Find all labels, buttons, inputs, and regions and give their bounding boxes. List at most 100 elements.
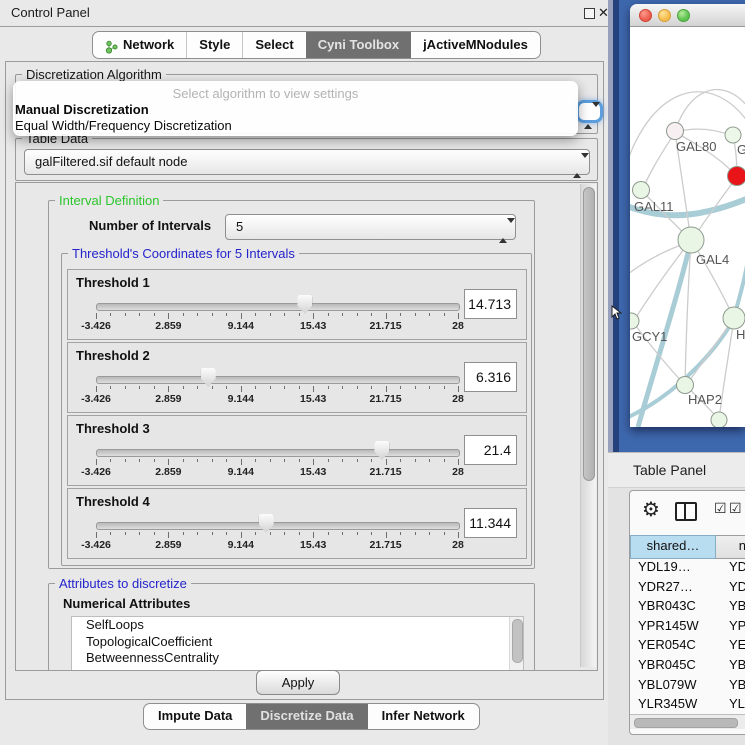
node-label: GAL11 [634,199,674,214]
table-row[interactable]: YBR043CYBR0 [630,596,745,616]
stepper-icon[interactable] [573,154,582,170]
slider-track[interactable] [96,449,460,457]
attribute-list-item[interactable]: TopologicalCoefficient [72,634,523,651]
dropdown-option[interactable]: Manual Discretization [15,102,149,117]
column-header[interactable]: na [716,535,745,559]
table-row[interactable]: YBL079WYBL0 [630,675,745,695]
group-title: Interval Definition [55,193,163,208]
split-columns-icon[interactable] [675,502,697,521]
network-edge[interactable] [686,318,734,385]
tab-jactivemnodules[interactable]: jActiveMNodules [411,32,540,58]
gear-icon[interactable]: ⚙ [642,497,660,522]
table-row[interactable]: YER054CYER0 [630,635,745,655]
network-node[interactable] [728,167,745,186]
tab-discretize-data[interactable]: Discretize Data [246,704,367,729]
table-row[interactable]: YDR27…YDR2 [630,577,745,597]
threshold-label: Threshold 4 [76,494,150,509]
scrollbar-thumb[interactable] [583,187,595,481]
table-cell: YBL079W [630,675,722,695]
threshold-value-field[interactable]: 21.4 [464,435,517,465]
group-title: Threshold's Coordinates for 5 Intervals [68,246,299,261]
algorithm-dropdown-popup: Select algorithm to view settings Manual… [13,81,578,136]
network-node[interactable] [711,412,727,427]
tab-label: Network [123,33,174,57]
column-header[interactable]: shared… [630,535,716,559]
table-cell: YPR1 [722,616,745,636]
threshold-value-field[interactable]: 6.316 [464,362,517,392]
tab-style[interactable]: Style [186,32,242,58]
stepper-icon[interactable] [584,107,593,123]
node-table: ⚙ ☑ ☑ shared…na YDL19…YDL1YDR27…YDR2YBR0… [629,490,745,735]
attributes-listbox[interactable]: SelfLoopsTopologicalCoefficientBetweenne… [71,616,524,671]
threshold-panel: Threshold 2-3.4262.8599.14415.4321.71528… [67,342,527,413]
network-view-canvas[interactable]: GAL80GALGAL11GAL4GCY1HAHAP2 [630,27,745,427]
slider-thumb[interactable] [374,441,389,460]
top-tabbar: Network StyleSelectCyni Toolbox jActiveMNo… [92,31,541,59]
table-cell: YLR3 [722,694,745,714]
slider-thumb[interactable] [297,295,312,314]
vertical-scrollbar[interactable] [580,184,596,667]
apply-button[interactable]: Apply [256,670,340,695]
tab-impute-data[interactable]: Impute Data [144,704,246,729]
scrollbar-thumb[interactable] [634,718,738,728]
scrollbar-thumb[interactable] [512,619,523,663]
table-cell: YDL19… [630,557,722,577]
dropdown-hint: Select algorithm to view settings [13,86,518,101]
network-node[interactable] [667,123,684,140]
network-edge[interactable] [675,90,745,132]
interval-definition-group: Interval Definition Number of Intervals … [48,200,535,569]
attribute-list-item[interactable]: SelfLoops [72,617,523,634]
algorithm-combobox-focus-ring[interactable] [579,103,600,120]
network-node[interactable] [633,182,650,199]
table-cell: YBL0 [722,675,745,695]
threshold-value-field[interactable]: 14.713 [464,289,517,319]
combobox-value: 5 [226,215,515,239]
zoom-button[interactable] [677,9,690,22]
table-row[interactable]: YDL19…YDL1 [630,557,745,577]
stepper-icon[interactable] [499,219,508,235]
close-button[interactable] [639,9,652,22]
slider-thumb[interactable] [201,368,216,387]
tab-network[interactable]: Network [93,32,186,58]
threshold-label: Threshold 3 [76,421,150,436]
network-node[interactable] [725,127,741,143]
table-row[interactable]: YBR045CYBR0 [630,655,745,675]
table-cell: YDR2 [722,577,745,597]
minimize-button[interactable] [658,9,671,22]
table-data-combobox[interactable]: galFiltered.sif default node [24,149,590,175]
list-scrollbar[interactable] [509,617,523,671]
slider-thumb[interactable] [259,514,274,533]
node-label: GAL [737,142,745,157]
tab-label: jActiveMNodules [423,33,528,57]
threshold-label: Threshold 2 [76,348,150,363]
slider-track[interactable] [96,376,460,384]
thresholds-group: Threshold's Coordinates for 5 Intervals … [61,253,532,566]
threshold-value-field[interactable]: 11.344 [464,508,517,538]
network-edge[interactable] [734,237,745,317]
node-label: GAL80 [676,139,716,154]
network-window-titlebar[interactable] [630,4,745,27]
tab-cyni-toolbox[interactable]: Cyni Toolbox [306,32,411,58]
network-edge[interactable] [642,132,675,191]
network-node[interactable] [677,377,694,394]
attribute-list-item[interactable]: BetweennessCentrality [72,650,523,667]
slider-track[interactable] [96,522,460,530]
slider-track[interactable] [96,303,460,311]
control-panel: Control Panel ✕ NetworkStyleSelectCyni T… [0,0,608,745]
table-data-group: Table Data galFiltered.sif default node [15,138,598,181]
float-window-icon[interactable] [584,8,595,19]
checkbox-icon[interactable]: ☑ [714,500,727,517]
horizontal-scrollbar[interactable] [630,714,745,729]
dropdown-option[interactable]: Equal Width/Frequency Discretization [15,118,232,133]
table-row[interactable]: YPR145WYPR1 [630,616,745,636]
tab-infer-network[interactable]: Infer Network [368,704,479,729]
tab-select[interactable]: Select [242,32,305,58]
checkbox-icon[interactable]: ☑ [729,500,742,517]
numerical-attributes-label: Numerical Attributes [63,596,190,611]
network-node[interactable] [678,227,704,253]
table-cell: YLR345W [630,694,722,714]
bottom-tabbar: Impute DataDiscretize DataInfer Network [143,703,480,730]
table-row[interactable]: YLR345WYLR3 [630,694,745,714]
network-node[interactable] [723,307,745,329]
number-of-intervals-combobox[interactable]: 5 [225,214,516,240]
